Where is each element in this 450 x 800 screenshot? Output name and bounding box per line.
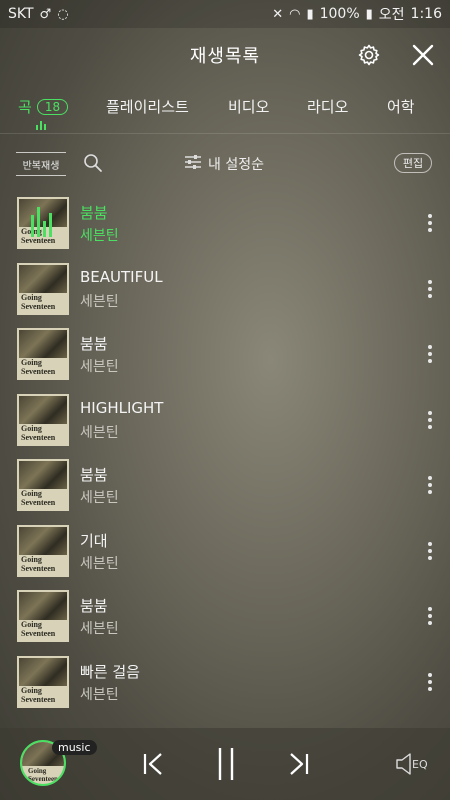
tab-playlists[interactable]: 플레이리스트 (106, 96, 189, 117)
page-title: 재생목록 (189, 46, 261, 67)
tab-songs[interactable]: 곡 18 (18, 96, 69, 117)
list-item[interactable]: GoingSeventeen 붐붐 세븐틴 (0, 190, 450, 256)
song-count-badge: 18 (36, 99, 69, 115)
more-options-icon[interactable] (420, 341, 440, 367)
previous-icon[interactable] (138, 748, 168, 780)
list-item[interactable]: GoingSeventeen 붐붐 세븐틴 (0, 321, 450, 387)
next-icon[interactable] (284, 748, 314, 780)
more-options-icon[interactable] (420, 538, 440, 564)
more-options-icon[interactable] (420, 276, 440, 302)
list-item[interactable]: Going Seventeen 빠른 걸음 세븐틴 (0, 649, 450, 715)
song-artist: 세븐틴 (80, 621, 119, 637)
close-icon[interactable] (406, 38, 440, 72)
song-title: 붐붐 (80, 204, 108, 222)
music-badge: music (52, 740, 97, 755)
ring-icon: ◌ (57, 6, 69, 22)
song-list: GoingSeventeen 붐붐 세븐틴 GoingSeventeen BEA… (0, 190, 450, 725)
wifi-icon: ◠ (289, 6, 301, 22)
pause-icon[interactable] (211, 748, 241, 780)
song-title: 빠른 걸음 (80, 662, 140, 681)
playlist-toolbar: 반복재생 내 설정순 편집 (0, 146, 450, 182)
album-art: GoingSeventeen (17, 459, 69, 511)
song-artist: 세븐틴 (80, 228, 119, 244)
playlist-header: 재생목록 (0, 28, 450, 82)
song-title: BEAUTIFUL (80, 267, 163, 286)
song-title: 붐붐 (80, 335, 108, 353)
search-icon[interactable] (82, 152, 106, 176)
mini-player: Going Seventeen music EQ (0, 728, 450, 800)
edit-button[interactable]: 편집 (394, 153, 432, 173)
ampm-label: 오전 (378, 7, 405, 23)
more-options-icon[interactable] (420, 472, 440, 498)
battery-label: 100% (319, 6, 360, 22)
list-item[interactable]: Going Seventeen HIGHLIGHT 세븐틴 (0, 387, 450, 453)
album-art: GoingSeventeen (17, 393, 69, 446)
sliders-icon (184, 154, 202, 174)
sort-label: 내 설정순 (208, 157, 264, 173)
more-options-icon[interactable] (420, 669, 440, 695)
carrier-label: SKT (8, 6, 34, 22)
album-art: GoingSeventeen (17, 524, 69, 577)
more-options-icon[interactable] (420, 407, 440, 433)
album-art: GoingSeventeen (17, 328, 69, 380)
clock-label: 1:16 (410, 6, 442, 22)
song-title: 붐붐 (80, 597, 108, 615)
playing-icon (31, 207, 52, 237)
tab-songs-label: 곡 (18, 98, 32, 116)
list-item[interactable]: Going Seventeen BEAUTIFUL 세븐틴 (0, 256, 450, 322)
notification-icon: ♂ (39, 6, 52, 22)
tab-video[interactable]: 비디오 (228, 96, 269, 117)
battery-icon: ▮ (365, 6, 373, 22)
mute-icon: ✕ (272, 6, 284, 22)
song-title: 붐붐 (80, 466, 108, 484)
gear-icon[interactable] (352, 38, 386, 72)
song-artist: 세븐틴 (80, 359, 119, 375)
eq-label: EQ (412, 757, 428, 771)
song-artist: 세븐틴 (80, 555, 119, 572)
list-item[interactable]: GoingSeventeen 붐붐 세븐틴 (0, 452, 450, 518)
album-art: GoingSeventeen (17, 262, 69, 315)
tab-language[interactable]: 어학 (387, 96, 415, 117)
eq-button[interactable]: EQ (396, 748, 432, 780)
tab-radio[interactable]: 라디오 (307, 96, 348, 117)
list-item[interactable]: GoingSeventeen 붐붐 세븐틴 (0, 583, 450, 649)
speaker-icon (396, 753, 411, 775)
song-artist: 세븐틴 (80, 424, 119, 441)
song-artist: 세븐틴 (80, 293, 119, 310)
signal-icon: ▮ (306, 6, 314, 22)
more-options-icon[interactable] (420, 210, 440, 236)
song-artist: 세븐틴 (80, 490, 119, 506)
album-art: GoingSeventeen (17, 590, 69, 642)
status-bar: SKT ♂ ◌ ✕ ◠ ▮ 100% ▮ 오전 1:16 (0, 0, 450, 28)
list-item[interactable]: Going Seventeen 기대 세븐틴 (0, 518, 450, 584)
sort-button[interactable]: 내 설정순 (184, 150, 264, 178)
category-tabs: 곡 18 플레이리스트 비디오 라디오 어학 (0, 88, 450, 134)
song-artist: 세븐틴 (80, 686, 119, 703)
now-playing-indicator-icon (36, 120, 46, 130)
more-options-icon[interactable] (420, 603, 440, 629)
album-art: GoingSeventeen (17, 655, 69, 708)
repeat-button[interactable]: 반복재생 (16, 152, 66, 176)
song-title: 기대 (80, 531, 108, 550)
album-art: GoingSeventeen (17, 197, 69, 249)
song-title: HIGHLIGHT (80, 398, 164, 417)
